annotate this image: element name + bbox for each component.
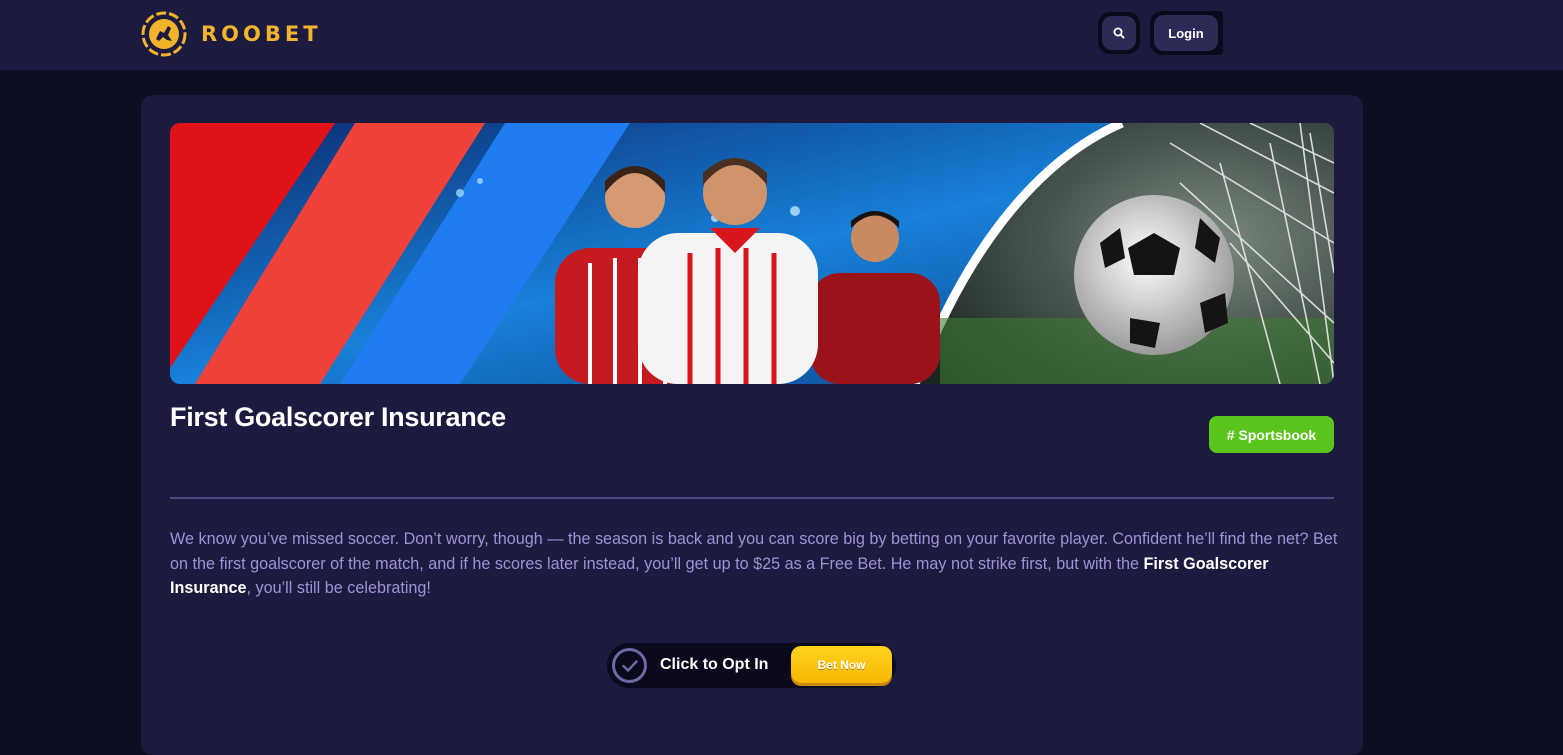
promo-description: We know you’ve missed soccer. Don’t worr… bbox=[170, 527, 1340, 601]
promo-title: First Goalscorer Insurance bbox=[170, 402, 506, 432]
top-navbar: ROOBET Login bbox=[0, 0, 1563, 70]
login-button[interactable]: Login bbox=[1154, 15, 1218, 51]
sportsbook-tag[interactable]: # Sportsbook bbox=[1209, 416, 1334, 453]
roobet-logo-icon bbox=[141, 11, 187, 57]
check-icon bbox=[621, 659, 638, 672]
opt-in-checkbox[interactable] bbox=[612, 648, 647, 683]
search-button[interactable] bbox=[1098, 12, 1140, 54]
opt-in-bar: Click to Opt In Bet Now bbox=[607, 643, 896, 688]
description-tail: , you’ll still be celebrating! bbox=[246, 579, 431, 597]
login-container: Login bbox=[1150, 11, 1223, 55]
divider bbox=[170, 497, 1334, 499]
opt-in-label[interactable]: Click to Opt In bbox=[660, 656, 768, 674]
promo-banner-image bbox=[170, 123, 1334, 384]
search-icon bbox=[1113, 27, 1125, 39]
bet-now-button[interactable]: Bet Now bbox=[791, 646, 892, 683]
brand-name: ROOBET bbox=[201, 22, 322, 46]
brand-logo[interactable]: ROOBET bbox=[141, 11, 322, 57]
